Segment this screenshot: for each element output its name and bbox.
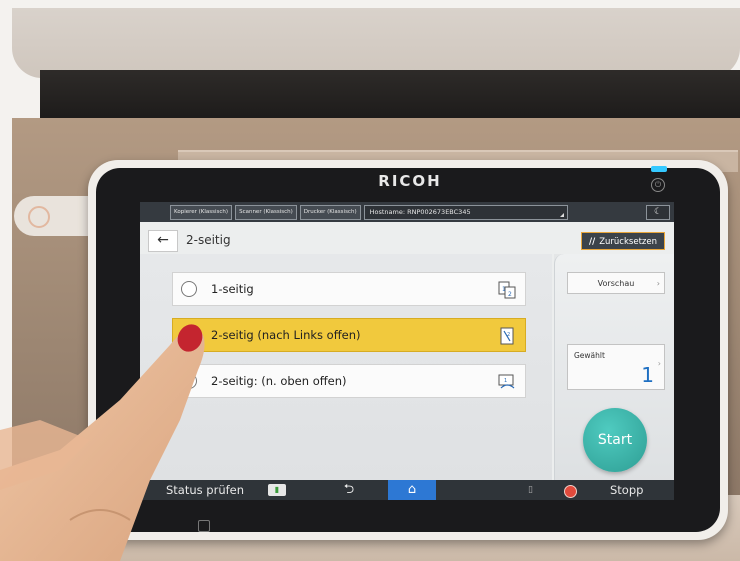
preview-button[interactable]: Vorschau bbox=[567, 272, 665, 295]
side-panel-card: Vorschau Gewählt 1 Start bbox=[554, 254, 674, 500]
power-icon[interactable]: ⏻ bbox=[651, 178, 665, 192]
duplex-left-page-icon: 2 bbox=[500, 327, 514, 345]
option-2-sided-left[interactable]: 2-seitig (nach Links offen) 2 bbox=[172, 318, 526, 352]
option-label: 1-seitig bbox=[211, 282, 254, 296]
svg-text:1: 1 bbox=[504, 378, 507, 384]
reset-icon: // bbox=[589, 237, 596, 247]
option-label: 2-seitig (nach Links offen) bbox=[211, 328, 361, 342]
svg-text:1: 1 bbox=[502, 286, 506, 293]
paper-output-slot bbox=[40, 70, 740, 120]
start-button[interactable]: Start bbox=[583, 408, 647, 472]
radio-icon bbox=[181, 281, 197, 297]
side-panel: Vorschau Gewählt 1 Start bbox=[554, 254, 674, 500]
tab-scanner[interactable]: Scanner (Klassisch) bbox=[235, 204, 297, 220]
option-2-sided-top[interactable]: 2-seitig: (n. oben offen) 1 bbox=[172, 364, 526, 398]
stop-icon[interactable] bbox=[564, 485, 577, 498]
tab-copier[interactable]: Kopierer (Klassisch) bbox=[170, 204, 233, 220]
hostname-field[interactable]: Hostname: RNP002673EBC345 bbox=[363, 204, 568, 220]
option-1-sided[interactable]: 1-seitig 1 2 bbox=[172, 272, 526, 306]
hardware-key-icon[interactable] bbox=[198, 520, 210, 532]
home-icon[interactable]: ⌂ bbox=[388, 480, 436, 500]
usb-icon: ▯ bbox=[528, 485, 533, 495]
option-label: 2-seitig: (n. oben offen) bbox=[211, 374, 347, 388]
count-label: Gewählt bbox=[574, 351, 605, 360]
printer-top-cover bbox=[12, 8, 740, 78]
duplex-top-page-icon: 1 bbox=[498, 374, 515, 389]
selected-count-box[interactable]: Gewählt 1 bbox=[567, 344, 665, 390]
back-button[interactable]: ← bbox=[148, 230, 178, 252]
stop-button[interactable]: Stopp bbox=[610, 480, 643, 500]
touchscreen: Kopierer (Klassisch) Scanner (Klassisch)… bbox=[140, 202, 674, 500]
page-header: ← 2-seitig //Zurücksetzen bbox=[140, 224, 674, 254]
count-value: 1 bbox=[641, 363, 654, 387]
status-check-button[interactable]: Status prüfen bbox=[166, 480, 244, 500]
options-area: 1-seitig 1 2 2-seitig (nach Links offen)… bbox=[140, 254, 552, 480]
brand-logo: RICOH bbox=[378, 172, 442, 190]
power-indicator-light bbox=[651, 166, 667, 172]
nav-back-icon[interactable]: ⮌ bbox=[336, 480, 362, 500]
page-title: 2-seitig bbox=[186, 233, 231, 247]
reset-button[interactable]: //Zurücksetzen bbox=[581, 232, 665, 250]
radio-icon bbox=[181, 373, 197, 389]
svg-text:2: 2 bbox=[508, 291, 512, 298]
single-sided-page-icon: 1 2 bbox=[498, 281, 516, 299]
bottom-bar: Status prüfen ▮ ⮌ ⌂ ▯ Stopp bbox=[140, 480, 674, 500]
tab-printer[interactable]: Drucker (Klassisch) bbox=[299, 204, 361, 220]
status-icon[interactable]: ▮ bbox=[268, 484, 286, 496]
moon-icon[interactable]: ☾ bbox=[646, 205, 670, 220]
app-tabbar: Kopierer (Klassisch) Scanner (Klassisch)… bbox=[140, 202, 674, 222]
radio-icon bbox=[181, 327, 197, 343]
reset-label: Zurücksetzen bbox=[599, 237, 657, 247]
svg-text:2: 2 bbox=[507, 332, 510, 338]
